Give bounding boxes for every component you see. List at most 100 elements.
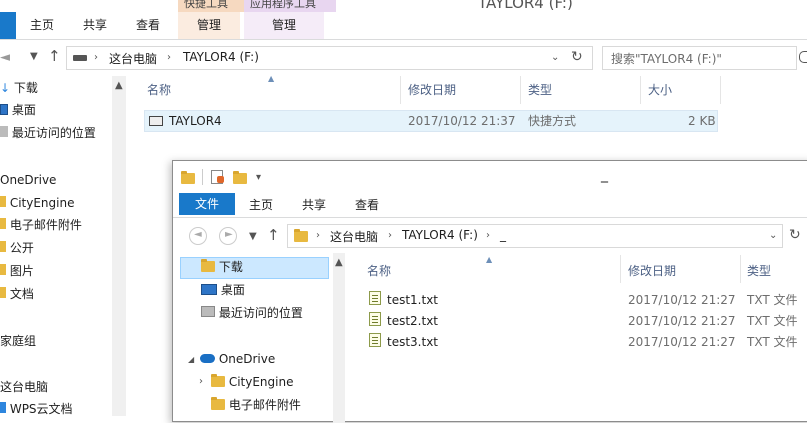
up-arrow-icon[interactable]: ↑ (48, 47, 61, 65)
column-separator[interactable] (720, 76, 721, 104)
breadcrumb-folder[interactable]: _ (500, 228, 506, 242)
address-dropdown-icon[interactable]: ⌄ (551, 52, 559, 63)
table-row[interactable]: test3.txt 2017/10/12 21:27 TXT 文件 (363, 331, 803, 351)
folder-icon (201, 259, 215, 272)
nav-this-pc[interactable]: 这台电脑 (0, 377, 48, 398)
breadcrumb-separator-icon: › (94, 52, 98, 63)
front-address-row: ◄ ► ▼ ↑ › 这台电脑 › TAYLOR4 (F:) › _ ⌄ ↻ (173, 222, 807, 250)
tab-manage-app[interactable]: 管理 (244, 12, 324, 39)
nav-label: 下载 (13, 81, 38, 95)
nav-desktop[interactable]: 桌面 (201, 280, 245, 301)
nav-label: OneDrive (218, 352, 276, 366)
customize-qat-icon[interactable]: ▾ (256, 172, 261, 183)
address-row: ◄ ▼ ↑ › 这台电脑 › TAYLOR4 (F:) ⌄ ↻ 搜索"TAYLO… (0, 42, 807, 72)
back-arrow-icon[interactable]: ◄ (0, 50, 10, 65)
tab-home[interactable]: 主页 (249, 193, 273, 217)
nav-desktop[interactable]: 桌面 (0, 100, 36, 121)
column-header-date[interactable]: 修改日期 (628, 262, 676, 279)
back-arrow-icon: ◄ (194, 229, 202, 240)
address-bar[interactable]: › 这台电脑 › TAYLOR4 (F:) › _ ⌄ (287, 224, 783, 248)
nav-downloads[interactable]: ↓ 下载 (0, 78, 38, 99)
ribbon-tabs: 主页 共享 查看 管理 管理 (0, 12, 807, 40)
text-file-icon (369, 312, 381, 326)
folder-icon (0, 287, 6, 298)
column-separator[interactable] (620, 255, 621, 283)
file-tab[interactable]: 文件 (179, 193, 235, 215)
nav-homegroup[interactable]: 家庭组 (0, 331, 36, 352)
front-ribbon-tabs: 文件 主页 共享 查看 (173, 193, 807, 218)
row-date: 2017/10/12 21:27 (628, 335, 736, 349)
up-arrow-icon[interactable]: ↑ (267, 226, 280, 244)
breadcrumb-separator-icon: › (167, 52, 171, 63)
column-separator[interactable] (740, 255, 741, 283)
search-input[interactable]: 搜索"TAYLOR4 (F:)" (602, 46, 797, 70)
column-separator[interactable] (400, 76, 401, 104)
column-header-name[interactable]: 名称 (367, 262, 391, 279)
nav-downloads[interactable]: 下载 (201, 257, 243, 278)
address-bar[interactable]: › 这台电脑 › TAYLOR4 (F:) ⌄ ↻ (66, 46, 593, 70)
nav-onedrive[interactable]: OneDrive (200, 349, 275, 370)
row-date: 2017/10/12 21:27 (628, 314, 736, 328)
toolbar-divider (202, 169, 203, 185)
column-header-date[interactable]: 修改日期 (408, 82, 456, 98)
nav-label: 桌面 (11, 103, 36, 117)
new-folder-icon[interactable] (233, 171, 247, 184)
tab-view[interactable]: 查看 (355, 193, 379, 217)
nav-pictures[interactable]: 图片 (0, 261, 34, 282)
nav-cityengine[interactable]: CityEngine (211, 372, 293, 393)
column-header-size[interactable]: 大小 (648, 82, 672, 98)
text-file-icon (369, 291, 381, 305)
breadcrumb-drive[interactable]: TAYLOR4 (F:) (183, 50, 259, 64)
breadcrumb-this-pc[interactable]: 这台电脑 (330, 228, 378, 245)
nav-onedrive[interactable]: OneDrive (0, 170, 56, 191)
address-dropdown-icon[interactable]: ⌄ (769, 230, 777, 241)
column-separator[interactable] (520, 76, 521, 104)
table-row[interactable]: TAYLOR4 2017/10/12 21:37 快捷方式 2 KB (144, 110, 718, 132)
nav-scrollbar[interactable]: ▲ (112, 76, 126, 416)
expand-cityengine-icon[interactable]: › (199, 376, 203, 387)
expand-onedrive-icon[interactable]: ◢ (188, 355, 194, 364)
recent-dropdown-icon[interactable]: ▼ (249, 231, 257, 242)
file-tab-partial[interactable] (0, 12, 16, 39)
table-row[interactable]: test1.txt 2017/10/12 21:27 TXT 文件 (363, 289, 803, 309)
nav-email-attachments[interactable]: 电子邮件附件 (211, 395, 301, 416)
tab-view[interactable]: 查看 (128, 12, 168, 39)
context-tab-app-tools[interactable]: 应用程序工具 (244, 0, 336, 12)
cloud-folder-icon (0, 402, 6, 413)
tab-share[interactable]: 共享 (75, 12, 115, 39)
explorer-window-front: ▾ _ 文件 主页 共享 查看 ◄ ► ▼ ↑ › 这台电脑 › TAYLOR4… (172, 160, 807, 423)
tab-manage-shortcut[interactable]: 管理 (178, 12, 240, 39)
nav-cityengine[interactable]: CityEngine (0, 193, 74, 214)
quick-access-toolbar: ▾ _ (173, 161, 807, 193)
search-icon-partial[interactable] (799, 51, 807, 63)
scroll-up-icon[interactable]: ▲ (115, 80, 123, 91)
nav-wps-cloud[interactable]: WPS云文档 (0, 399, 73, 420)
nav-recent[interactable]: 最近访问的位置 (0, 123, 96, 144)
recent-dropdown-icon[interactable]: ▼ (30, 51, 38, 62)
desktop-icon (0, 104, 8, 115)
tab-share[interactable]: 共享 (302, 193, 326, 217)
breadcrumb-this-pc[interactable]: 这台电脑 (109, 50, 157, 67)
tab-home[interactable]: 主页 (22, 12, 62, 39)
row-name: test3.txt (387, 335, 439, 349)
scroll-up-icon[interactable]: ▲ (335, 257, 343, 268)
refresh-icon[interactable]: ↻ (789, 227, 801, 243)
refresh-icon[interactable]: ↻ (571, 49, 583, 65)
table-row[interactable]: test2.txt 2017/10/12 21:27 TXT 文件 (363, 310, 803, 330)
nav-scrollbar[interactable]: ▲ (333, 253, 345, 423)
nav-label: WPS云文档 (9, 402, 73, 416)
breadcrumb-drive[interactable]: TAYLOR4 (F:) (402, 228, 478, 242)
column-header-name[interactable]: 名称 (147, 82, 171, 98)
column-separator[interactable] (640, 76, 641, 104)
window-title: TAYLOR4 (F:) (478, 0, 573, 12)
nav-documents[interactable]: 文档 (0, 284, 34, 305)
nav-email-attachments[interactable]: 电子邮件附件 (0, 215, 82, 236)
nav-public[interactable]: 公开 (0, 238, 34, 259)
row-date: 2017/10/12 21:37 (408, 114, 516, 128)
context-tab-shortcut-tools[interactable]: 快捷工具 (178, 0, 252, 12)
column-header-type[interactable]: 类型 (747, 262, 771, 279)
column-header-type[interactable]: 类型 (528, 82, 552, 98)
row-type: TXT 文件 (747, 314, 798, 328)
nav-recent[interactable]: 最近访问的位置 (201, 303, 303, 324)
breadcrumb-separator-icon: › (388, 230, 392, 241)
